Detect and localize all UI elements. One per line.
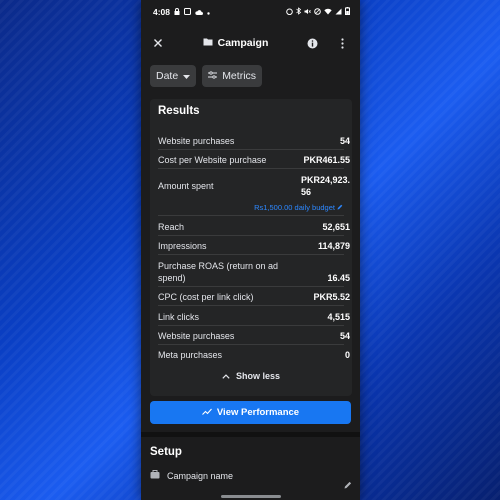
- bluetooth-icon: [296, 7, 302, 17]
- status-bar: 4:08: [141, 0, 360, 24]
- metric-row: Reach 52,651: [158, 221, 350, 233]
- divider: [158, 149, 344, 150]
- metric-label: Purchase ROAS (return on ad spend): [158, 261, 279, 283]
- wifi-icon: [324, 8, 332, 17]
- metric-value: PKR461.55: [303, 155, 350, 165]
- metric-value: PKR24,923. 56: [300, 175, 350, 197]
- signal-icon: [335, 8, 342, 17]
- metric-row: Link clicks 4,515: [158, 311, 350, 323]
- metric-value: 0: [344, 350, 350, 360]
- metric-label: Cost per Website purchase: [158, 155, 267, 165]
- app-bar: Campaign: [141, 24, 360, 62]
- view-performance-button[interactable]: View Performance: [150, 401, 351, 424]
- metric-row: Cost per Website purchase PKR461.55: [158, 154, 350, 166]
- dot-icon: [207, 8, 210, 17]
- trend-icon: [202, 407, 212, 418]
- metric-value: PKR5.52: [313, 292, 350, 302]
- campaign-name-label: Campaign name: [167, 470, 234, 481]
- filter-bar: Date Metrics: [141, 62, 360, 92]
- divider: [158, 168, 344, 169]
- metric-value: 4,515: [327, 312, 350, 322]
- screenshot-icon: [184, 7, 192, 17]
- metric-value: 54: [339, 331, 350, 341]
- section-separator: [141, 432, 360, 437]
- results-title: Results: [158, 105, 200, 117]
- campaign-icon: [150, 470, 160, 481]
- divider: [158, 305, 344, 306]
- metric-label: CPC (cost per link click): [158, 292, 254, 302]
- caret-down-icon: [183, 70, 191, 82]
- divider: [158, 286, 344, 287]
- date-filter-button[interactable]: Date: [150, 65, 197, 87]
- chevron-up-icon: [222, 371, 230, 381]
- battery-icon: [345, 7, 350, 17]
- metric-label: Meta purchases: [158, 350, 223, 360]
- metric-value: 16.45: [327, 273, 350, 283]
- results-card: Results Website purchases 54 Cost per We…: [150, 99, 352, 396]
- view-performance-label: View Performance: [216, 407, 300, 418]
- cloud-icon: [195, 8, 204, 17]
- dnd-icon: [314, 7, 321, 17]
- phone-screen: 4:08 Campaign Date Metrics Results Websi…: [141, 0, 360, 500]
- metric-row: Amount spent PKR24,923. 56: [158, 174, 350, 198]
- more-vert-icon[interactable]: [336, 36, 350, 50]
- mute-icon: [304, 8, 311, 17]
- divider: [158, 344, 344, 345]
- divider: [158, 254, 344, 255]
- metric-label: Website purchases: [158, 331, 235, 341]
- divider: [158, 235, 344, 236]
- metric-row: Impressions 114,879: [158, 240, 350, 252]
- show-less-button[interactable]: Show less: [150, 371, 352, 381]
- home-indicator[interactable]: [221, 495, 281, 498]
- divider: [158, 325, 344, 326]
- metric-value: 52,651: [322, 222, 350, 232]
- metric-value: 114,879: [317, 241, 350, 251]
- lock-icon: [174, 7, 180, 17]
- metric-row: Purchase ROAS (return on ad spend) 16.45: [158, 260, 350, 284]
- metric-row: Website purchases 54: [158, 135, 350, 147]
- status-time: 4:08: [153, 7, 171, 17]
- metrics-filter-label: Metrics: [222, 70, 257, 82]
- divider: [158, 215, 344, 216]
- metric-row: Website purchases 54: [158, 330, 350, 342]
- setup-title: Setup: [150, 446, 182, 458]
- page-title: Campaign: [217, 37, 269, 49]
- daily-budget-link[interactable]: Rs1,500.00 daily budget: [254, 203, 343, 212]
- show-less-label: Show less: [235, 371, 280, 381]
- metric-label: Reach: [158, 222, 185, 232]
- alarm-icon: [286, 8, 293, 17]
- info-icon[interactable]: [306, 36, 320, 50]
- pencil-icon: [337, 203, 343, 212]
- date-filter-label: Date: [156, 70, 179, 82]
- metrics-filter-button[interactable]: Metrics: [202, 65, 263, 87]
- metric-label: Link clicks: [158, 312, 200, 322]
- page-title-group: Campaign: [203, 37, 269, 49]
- metric-label: Website purchases: [158, 136, 235, 146]
- edit-icon[interactable]: [344, 476, 352, 494]
- close-icon[interactable]: [151, 36, 165, 50]
- metric-label: Impressions: [158, 241, 207, 251]
- metric-row: Meta purchases 0: [158, 349, 350, 361]
- metric-row: CPC (cost per link click) PKR5.52: [158, 291, 350, 303]
- daily-budget-text: Rs1,500.00 daily budget: [254, 203, 335, 212]
- metric-value: 54: [339, 136, 350, 146]
- metric-label: Amount spent: [158, 181, 214, 191]
- folder-icon: [203, 37, 213, 49]
- campaign-name-item[interactable]: Campaign name: [150, 470, 233, 481]
- sliders-icon: [208, 70, 218, 82]
